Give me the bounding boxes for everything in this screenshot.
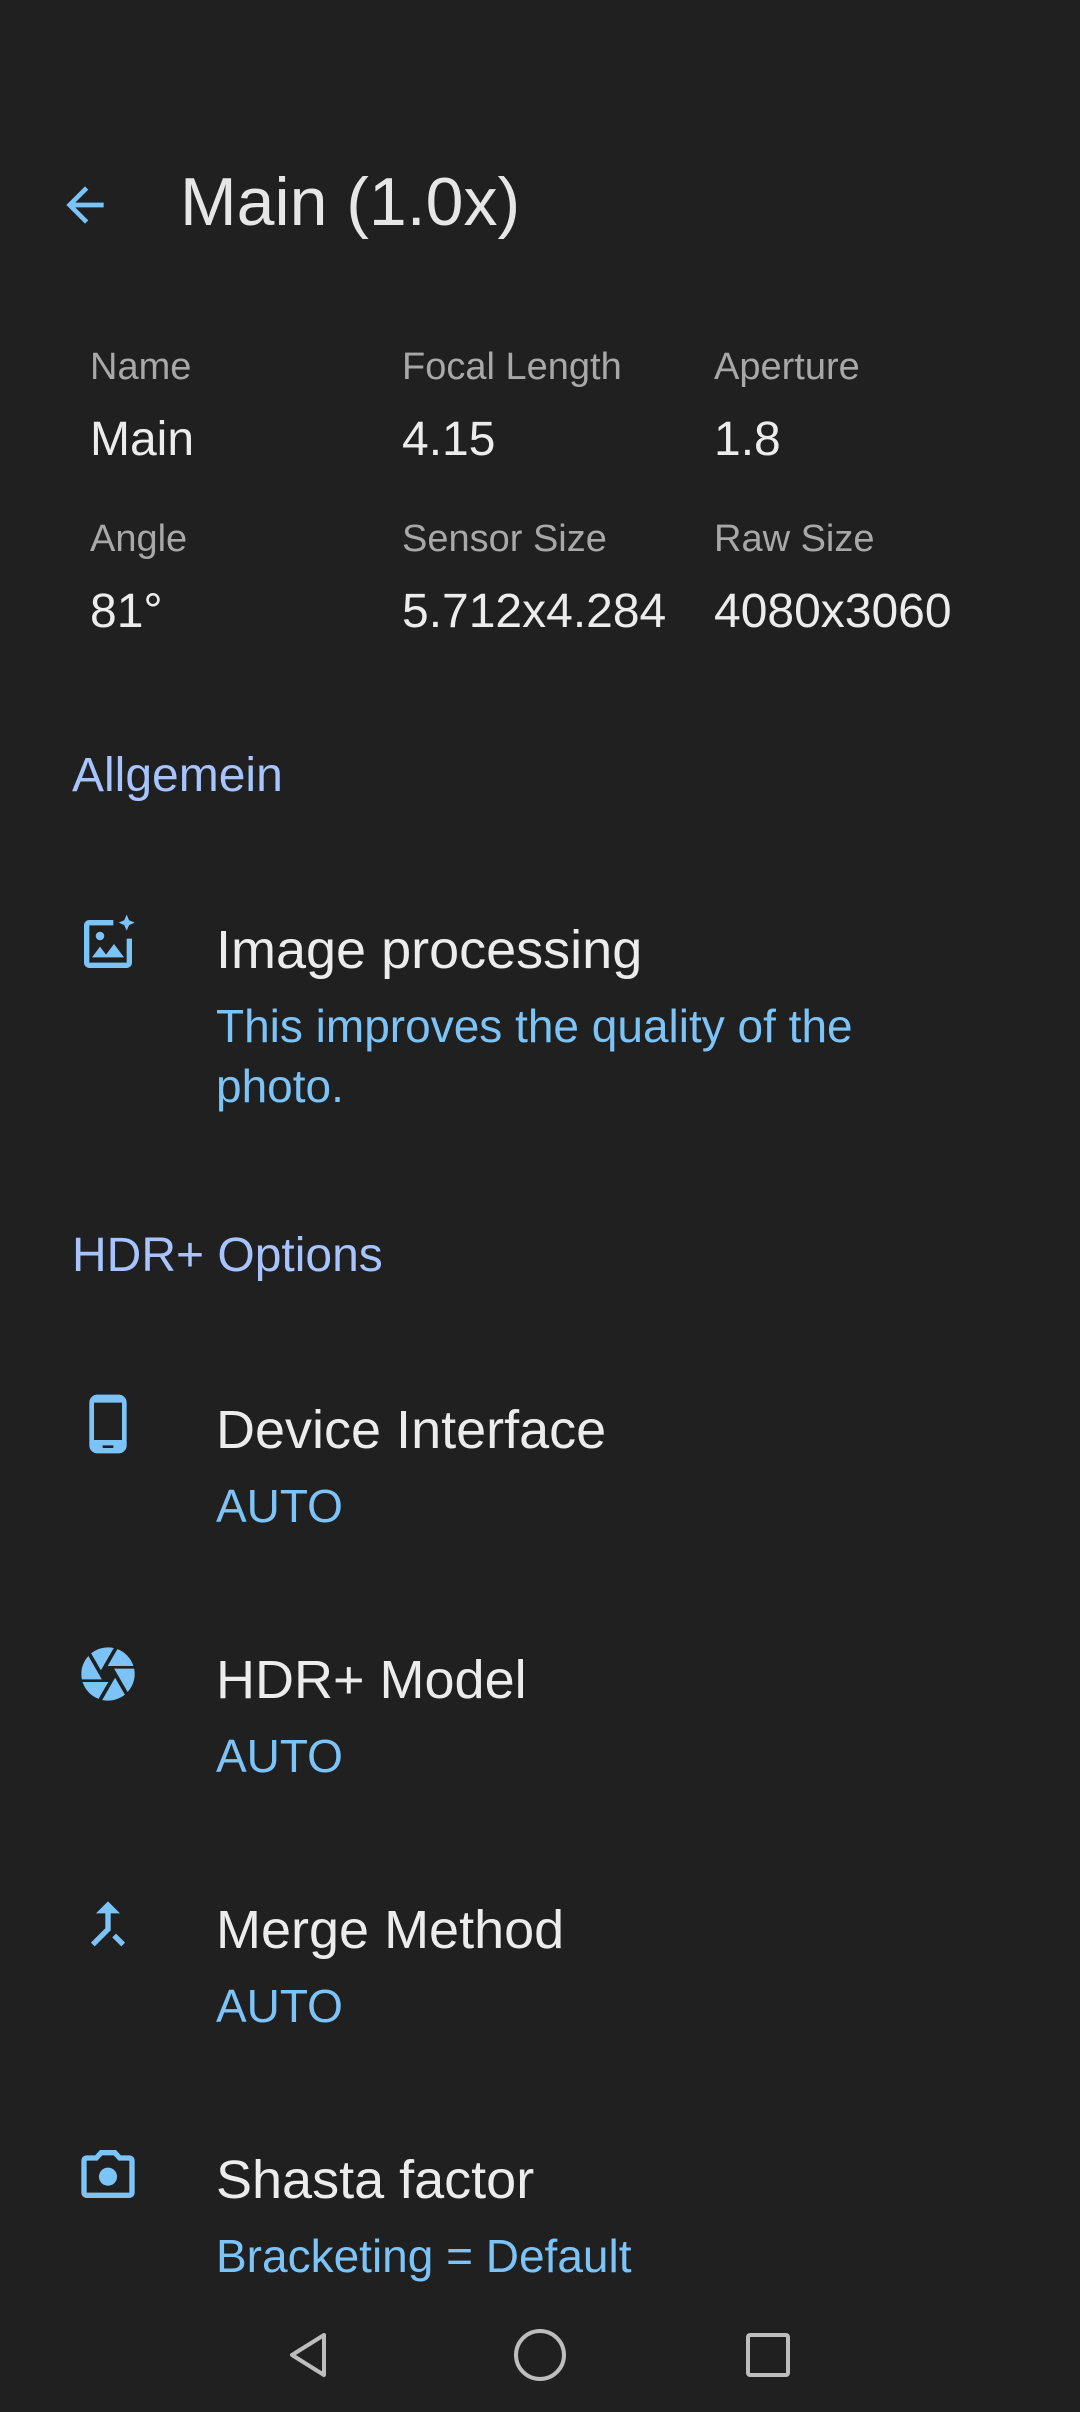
spec-row: Angle 81° Sensor Size 5.712x4.284 Raw Si… <box>90 517 1050 689</box>
spec-value: 81° <box>90 585 163 638</box>
spec-value: Main <box>90 413 195 466</box>
nav-home-button[interactable] <box>490 2310 590 2400</box>
spec-angle: Angle 81° <box>90 517 402 689</box>
pref-summary: Bracketing = Default <box>216 2230 632 2282</box>
spec-sensor-size: Sensor Size 5.712x4.284 <box>402 517 714 689</box>
section-header-general: Allgemein <box>72 749 283 802</box>
merge-icon <box>72 1888 144 1960</box>
pref-title: Image processing <box>216 920 643 980</box>
spec-focal-length: Focal Length 4.15 <box>402 345 714 517</box>
pref-summary: This improves the quality of the photo. <box>216 1000 853 1112</box>
page-title: Main (1.0x) <box>180 164 521 240</box>
arrow-back-icon <box>66 186 104 224</box>
camera-icon <box>72 2138 144 2210</box>
pref-summary: AUTO <box>216 1480 343 1532</box>
pref-hdr-model[interactable]: HDR+ Model AUTO <box>0 1630 1080 1820</box>
spec-label: Aperture <box>714 346 860 388</box>
pref-title: Merge Method <box>216 1900 565 1960</box>
spec-name: Name Main <box>90 345 402 517</box>
pref-summary: AUTO <box>216 1730 343 1782</box>
pref-device-interface[interactable]: Device Interface AUTO <box>0 1380 1080 1570</box>
spec-value: 4.15 <box>402 413 496 466</box>
spec-raw-size: Raw Size 4080x3060 <box>714 517 1026 689</box>
image-sparkle-icon <box>72 908 144 980</box>
spec-label: Angle <box>90 518 188 560</box>
nav-back-button[interactable] <box>258 2310 358 2400</box>
pref-shasta-factor[interactable]: Shasta factor Bracketing = Default <box>0 2130 1080 2290</box>
spec-label: Raw Size <box>714 518 875 560</box>
section-header-hdr: HDR+ Options <box>72 1229 383 1282</box>
camera-shutter-icon <box>72 1638 144 1710</box>
app-bar: Main (1.0x) <box>0 130 1080 270</box>
pref-image-processing[interactable]: Image processing This improves the quali… <box>0 900 1080 1130</box>
spec-value: 4080x3060 <box>714 585 952 638</box>
nav-recents-button[interactable] <box>718 2310 818 2400</box>
spec-value: 1.8 <box>714 413 781 466</box>
pref-title: HDR+ Model <box>216 1650 527 1710</box>
smartphone-icon <box>72 1388 144 1460</box>
spec-label: Name <box>90 346 192 388</box>
pref-summary: AUTO <box>216 1980 343 2032</box>
pref-title: Shasta factor <box>216 2150 535 2210</box>
spec-label: Sensor Size <box>402 518 607 560</box>
spec-value: 5.712x4.284 <box>402 585 667 638</box>
nav-back-icon <box>290 2333 326 2377</box>
nav-recents-icon <box>746 2333 790 2377</box>
spec-row: Name Main Focal Length 4.15 Aperture 1.8 <box>90 345 1050 517</box>
pref-title: Device Interface <box>216 1400 607 1460</box>
spec-aperture: Aperture 1.8 <box>714 345 1026 517</box>
pref-merge-method[interactable]: Merge Method AUTO <box>0 1880 1080 2070</box>
system-nav-bar <box>0 2300 1080 2412</box>
lens-specs: Name Main Focal Length 4.15 Aperture 1.8… <box>90 345 1050 689</box>
back-button[interactable] <box>40 160 130 250</box>
nav-home-icon <box>514 2329 566 2381</box>
spec-label: Focal Length <box>402 346 622 388</box>
